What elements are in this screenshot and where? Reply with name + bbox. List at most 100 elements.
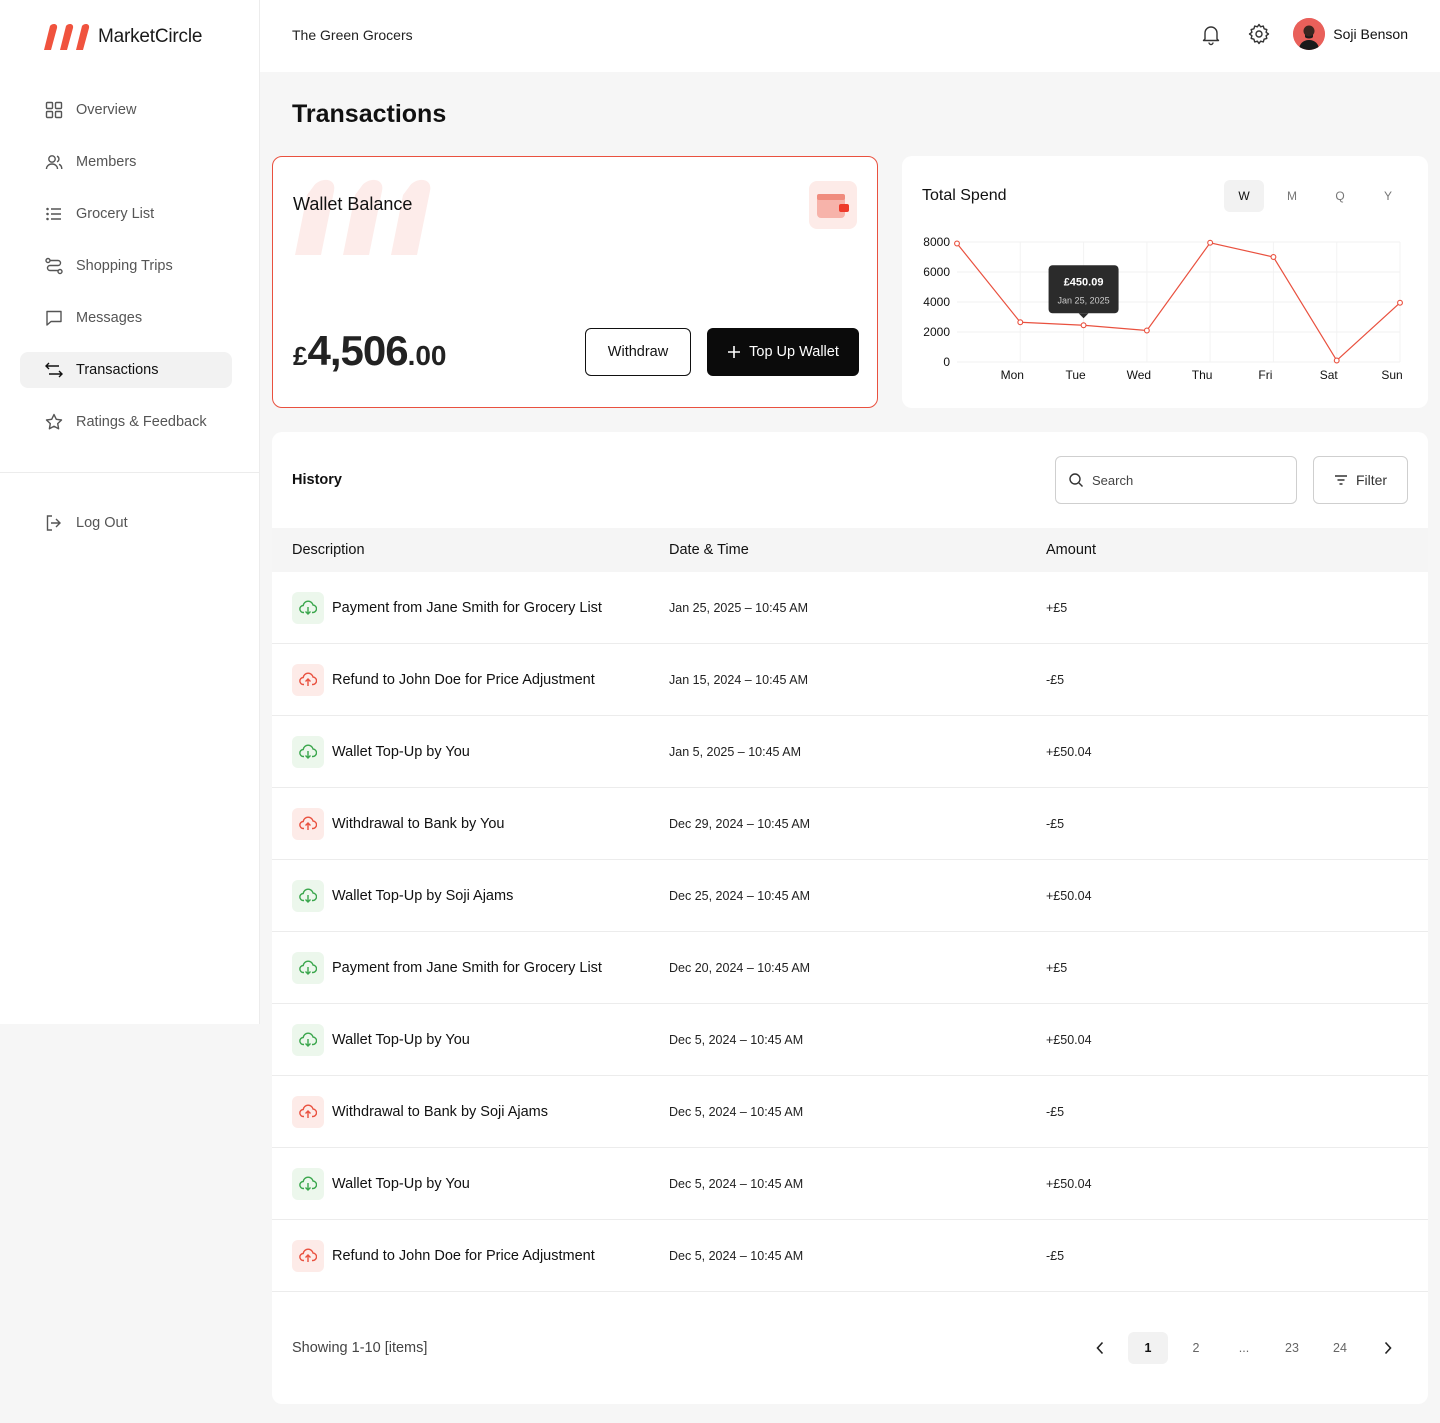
sidebar-item-members[interactable]: Members xyxy=(20,144,232,180)
transaction-amount: +£50.04 xyxy=(1046,889,1092,903)
cloud-download-icon xyxy=(299,1176,317,1191)
tooltip-pointer xyxy=(1078,313,1089,319)
column-header-description[interactable]: Description xyxy=(292,542,365,558)
table-row[interactable]: Refund to John Doe for Price Adjustment … xyxy=(272,1220,1428,1292)
period-quarter[interactable]: Q xyxy=(1320,180,1360,212)
transaction-date: Dec 5, 2024 – 10:45 AM xyxy=(669,1033,804,1047)
table-header: Description Date & Time Amount xyxy=(272,528,1428,572)
sidebar: MarketCircle Overview Members Grocery Li… xyxy=(0,0,260,1024)
period-month[interactable]: M xyxy=(1272,180,1312,212)
sidebar-item-label: Grocery List xyxy=(76,206,155,222)
sidebar-item-shopping-trips[interactable]: Shopping Trips xyxy=(20,248,232,284)
logout-button[interactable]: Log Out xyxy=(20,505,232,541)
logout-icon xyxy=(46,515,61,531)
sidebar-divider xyxy=(0,472,259,473)
table-row[interactable]: Wallet Top-Up by Soji Ajams Dec 25, 2024… xyxy=(272,860,1428,932)
transaction-type-badge xyxy=(292,880,324,912)
cloud-upload-icon xyxy=(299,1248,317,1262)
sidebar-item-label: Overview xyxy=(76,102,137,118)
transaction-amount: +£50.04 xyxy=(1046,1177,1092,1191)
transaction-amount: -£5 xyxy=(1046,1249,1065,1263)
sidebar-item-label: Shopping Trips xyxy=(76,258,173,274)
transaction-list: Payment from Jane Smith for Grocery List… xyxy=(272,572,1428,1292)
user-name: Soji Benson xyxy=(1333,26,1408,42)
transaction-type-badge xyxy=(292,1096,324,1128)
period-week[interactable]: W xyxy=(1224,180,1264,212)
next-page-button[interactable] xyxy=(1368,1332,1408,1364)
message-icon xyxy=(46,310,62,326)
prev-page-button[interactable] xyxy=(1080,1332,1120,1364)
logout-label: Log Out xyxy=(76,515,128,531)
cloud-upload-icon xyxy=(299,816,317,830)
tooltip-box xyxy=(1048,265,1119,314)
chevron-left-icon xyxy=(1096,1341,1104,1355)
transaction-date: Jan 25, 2025 – 10:45 AM xyxy=(669,601,808,615)
transaction-amount: -£5 xyxy=(1046,817,1065,831)
table-row[interactable]: Payment from Jane Smith for Grocery List… xyxy=(272,932,1428,1004)
tooltip-value: £450.09 xyxy=(1064,276,1104,288)
notifications-button[interactable] xyxy=(1197,20,1225,48)
cloud-download-icon xyxy=(299,744,317,759)
search-input[interactable] xyxy=(1092,472,1282,488)
data-point xyxy=(1017,319,1024,326)
history-card: History Filter Description Date & Time A… xyxy=(272,432,1428,1404)
chevron-right-icon xyxy=(1384,1341,1392,1355)
transaction-amount: -£5 xyxy=(1046,1105,1065,1119)
table-row[interactable]: Withdrawal to Bank by You Dec 29, 2024 –… xyxy=(272,788,1428,860)
logo[interactable]: MarketCircle xyxy=(42,22,202,52)
data-point xyxy=(1333,357,1340,364)
wallet-icon-badge xyxy=(809,181,857,229)
users-icon xyxy=(45,155,63,170)
x-tick-label: Sun xyxy=(1381,368,1402,382)
transaction-description: Wallet Top-Up by Soji Ajams xyxy=(332,888,514,904)
table-row[interactable]: Wallet Top-Up by You Jan 5, 2025 – 10:45… xyxy=(272,716,1428,788)
column-header-date[interactable]: Date & Time xyxy=(669,542,749,558)
page-24-button[interactable]: 24 xyxy=(1320,1332,1360,1364)
period-year[interactable]: Y xyxy=(1368,180,1408,212)
list-icon xyxy=(46,207,61,221)
page-1-button[interactable]: 1 xyxy=(1128,1332,1168,1364)
page-2-button[interactable]: 2 xyxy=(1176,1332,1216,1364)
transaction-date: Dec 29, 2024 – 10:45 AM xyxy=(669,817,811,831)
sidebar-item-overview[interactable]: Overview xyxy=(20,92,232,128)
table-row[interactable]: Withdrawal to Bank by Soji Ajams Dec 5, … xyxy=(272,1076,1428,1148)
wallet-icon xyxy=(817,194,849,218)
top-up-wallet-button[interactable]: Top Up Wallet xyxy=(707,328,859,376)
transaction-description: Withdrawal to Bank by You xyxy=(332,816,505,832)
transaction-type-badge xyxy=(292,952,324,984)
y-tick-label: 6000 xyxy=(923,265,950,279)
page-ellipsis: ... xyxy=(1238,1341,1250,1355)
user-menu[interactable]: Soji Benson xyxy=(1293,18,1408,50)
table-row[interactable]: Wallet Top-Up by You Dec 5, 2024 – 10:45… xyxy=(272,1004,1428,1076)
sidebar-item-ratings-feedback[interactable]: Ratings & Feedback xyxy=(20,404,232,440)
settings-button[interactable] xyxy=(1245,20,1273,48)
filter-button[interactable]: Filter xyxy=(1313,456,1408,504)
table-row[interactable]: Payment from Jane Smith for Grocery List… xyxy=(272,572,1428,644)
filter-label: Filter xyxy=(1355,472,1388,488)
gear-icon xyxy=(1249,23,1270,45)
cloud-download-icon xyxy=(299,960,317,975)
sidebar-item-transactions[interactable]: Transactions xyxy=(20,352,232,388)
brand-name: MarketCircle xyxy=(98,26,203,47)
search-box[interactable] xyxy=(1055,456,1297,504)
top-up-label: Top Up Wallet xyxy=(749,344,839,360)
organization-name: The Green Grocers xyxy=(292,27,413,43)
data-point xyxy=(1207,239,1214,246)
pagination: 1 2 ... 23 24 xyxy=(1080,1332,1408,1364)
sidebar-item-grocery-list[interactable]: Grocery List xyxy=(20,196,232,232)
logo-watermark-icon xyxy=(295,179,431,255)
period-selector: W M Q Y xyxy=(1224,180,1408,212)
topbar-actions: Soji Benson xyxy=(1197,18,1408,50)
page-23-button[interactable]: 23 xyxy=(1272,1332,1312,1364)
sidebar-item-messages[interactable]: Messages xyxy=(20,300,232,336)
cloud-upload-icon xyxy=(299,672,317,686)
column-header-amount[interactable]: Amount xyxy=(1046,542,1096,558)
search-icon xyxy=(1069,473,1083,487)
transaction-type-badge xyxy=(292,808,324,840)
transaction-date: Dec 5, 2024 – 10:45 AM xyxy=(669,1249,804,1263)
transaction-type-badge xyxy=(292,736,324,768)
table-row[interactable]: Refund to John Doe for Price Adjustment … xyxy=(272,644,1428,716)
table-row[interactable]: Wallet Top-Up by You Dec 5, 2024 – 10:45… xyxy=(272,1148,1428,1220)
withdraw-button[interactable]: Withdraw xyxy=(585,328,691,376)
transaction-date: Dec 5, 2024 – 10:45 AM xyxy=(669,1177,804,1191)
